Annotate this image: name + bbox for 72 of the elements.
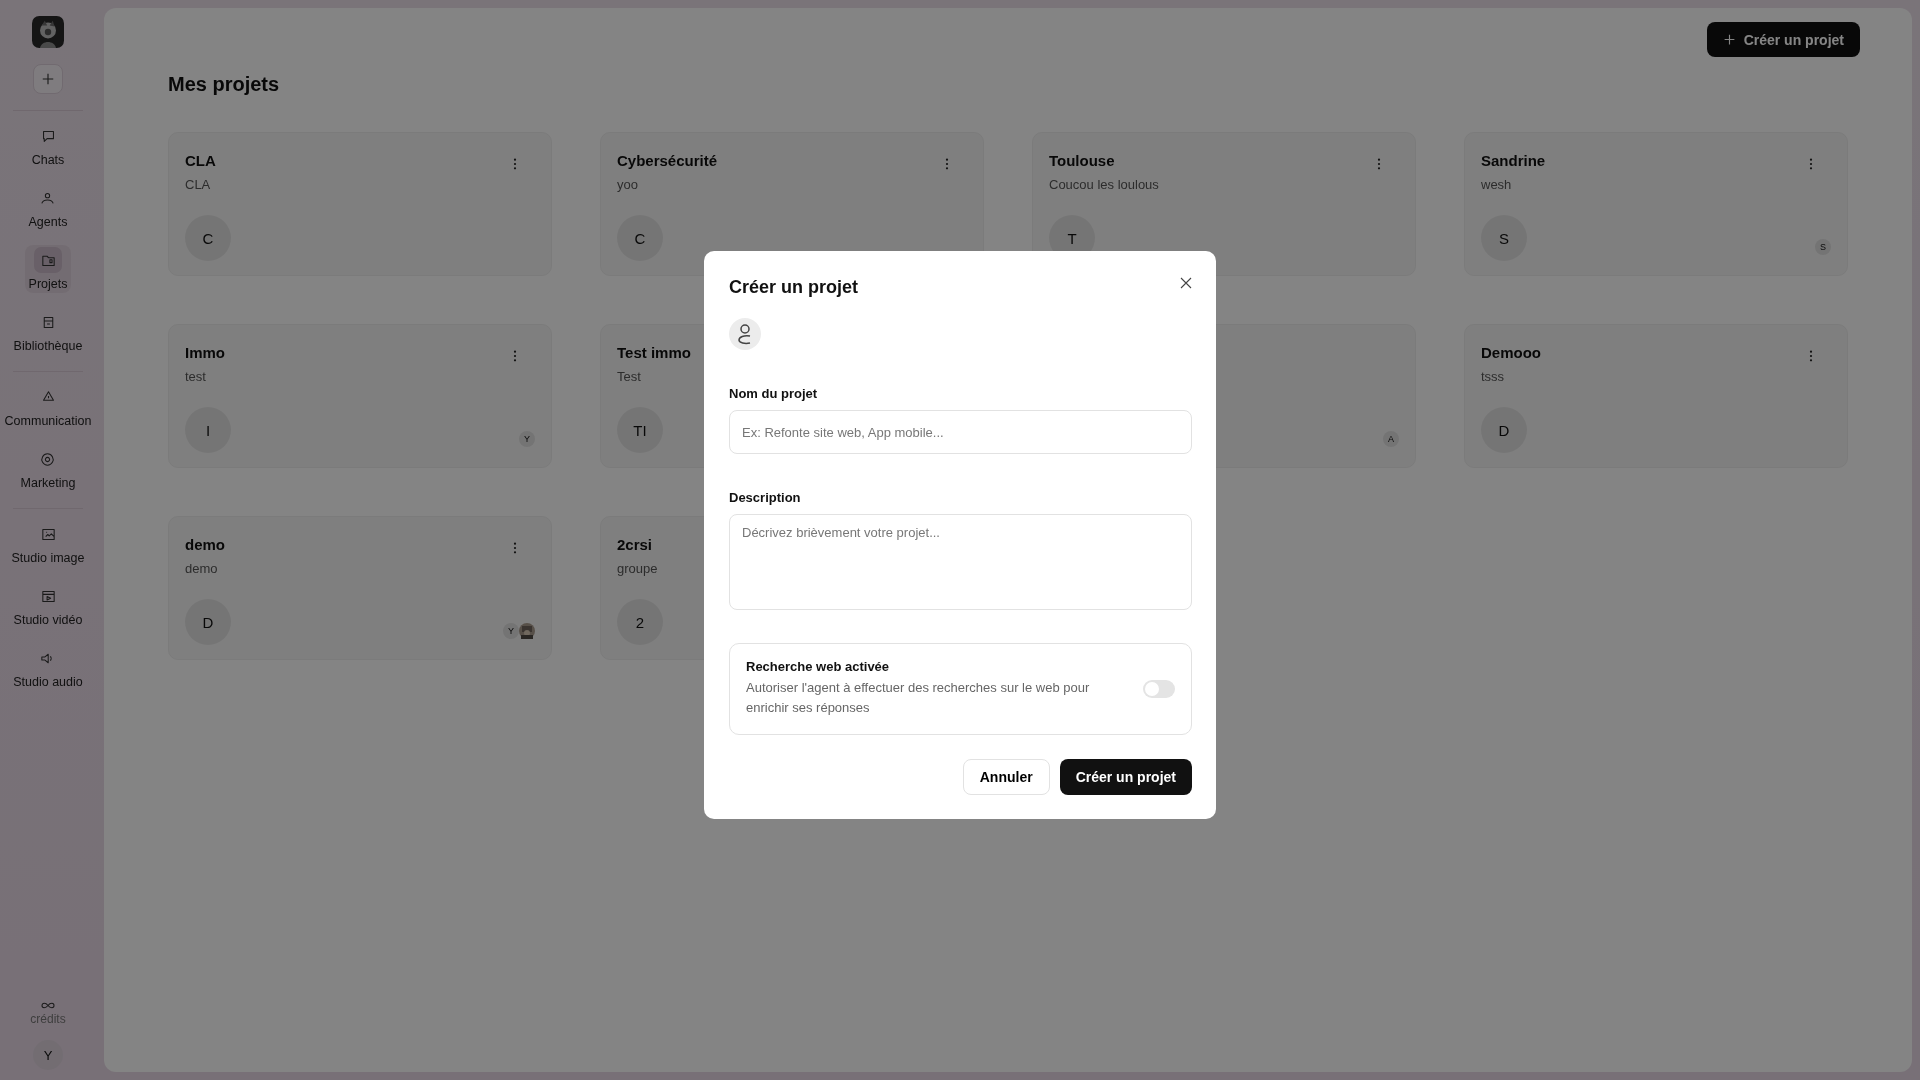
more-icon[interactable] bbox=[1809, 158, 1813, 170]
nav-item[interactable]: Studio image bbox=[7, 519, 89, 567]
project-avatar: TI bbox=[617, 407, 663, 453]
nav-item[interactable]: Studio vidéo bbox=[9, 581, 87, 629]
project-title: Cybersécurité bbox=[617, 151, 718, 169]
toggle-switch[interactable] bbox=[1143, 679, 1175, 698]
project-title: demo bbox=[185, 535, 225, 553]
page-title: Mes projets bbox=[168, 73, 281, 96]
project-card[interactable]: demo demo D Y bbox=[168, 516, 552, 660]
more-icon[interactable] bbox=[513, 542, 517, 554]
project-avatar: C bbox=[617, 215, 663, 261]
member-avatar: A bbox=[1383, 431, 1399, 447]
nav-item[interactable]: Chats bbox=[27, 121, 69, 169]
project-title: CLA bbox=[185, 151, 216, 169]
dialog-title: Créer un projet bbox=[729, 277, 859, 298]
project-title: Sandrine bbox=[1481, 151, 1546, 169]
project-title: Immo bbox=[185, 343, 225, 361]
nav-item[interactable]: Communication bbox=[0, 382, 96, 430]
credits-link[interactable]: crédits bbox=[30, 1001, 66, 1026]
member-avatar: Y bbox=[519, 431, 535, 447]
project-name-field[interactable]: Ex: Refonte site web, App mobile... bbox=[729, 410, 1192, 454]
field-label: Description bbox=[729, 490, 802, 505]
submit-button[interactable]: Créer un projet bbox=[1059, 759, 1192, 795]
project-description: yoo bbox=[617, 177, 639, 192]
project-description: Coucou les loulous bbox=[1049, 177, 1160, 192]
more-icon[interactable] bbox=[513, 350, 517, 362]
project-card[interactable]: Toulouse Coucou les loulous T bbox=[1032, 132, 1416, 276]
user-avatar[interactable]: Y bbox=[33, 1040, 63, 1070]
nav-item[interactable]: Agents bbox=[24, 183, 72, 231]
project-avatar: C bbox=[185, 215, 231, 261]
more-icon[interactable] bbox=[1377, 158, 1381, 170]
member-avatar: S bbox=[1815, 239, 1831, 255]
close-icon[interactable] bbox=[1180, 277, 1192, 289]
description-field[interactable]: Décrivez brièvement votre projet... bbox=[729, 514, 1192, 610]
nav-item[interactable]: Marketing bbox=[16, 444, 80, 492]
project-card[interactable]: Immo test I Y bbox=[168, 324, 552, 468]
project-description: wesh bbox=[1481, 177, 1513, 192]
nav-item[interactable]: Studio audio bbox=[9, 643, 87, 691]
project-card[interactable]: CLA CLA C bbox=[168, 132, 552, 276]
project-avatar: D bbox=[1481, 407, 1527, 453]
project-description: Test bbox=[617, 369, 642, 384]
setting-description: Autoriser l'agent à effectuer des recherches sur le web pour enrichir ses réponses bbox=[746, 679, 1091, 717]
plus-icon bbox=[41, 72, 55, 86]
project-title: Demooo bbox=[1481, 343, 1541, 361]
field-label: Nom du projet bbox=[729, 386, 819, 401]
infinity-icon bbox=[39, 1001, 57, 1010]
more-icon[interactable] bbox=[945, 158, 949, 170]
project-description: demo bbox=[185, 561, 219, 576]
project-description: tsss bbox=[1481, 369, 1506, 384]
plus-icon bbox=[1722, 33, 1736, 46]
project-card[interactable]: Sandrine wesh S S bbox=[1464, 132, 1848, 276]
member-avatar: Y bbox=[503, 623, 519, 639]
project-title: 2crsi bbox=[617, 535, 653, 553]
nav-item[interactable]: Bibliothèque bbox=[9, 307, 87, 355]
more-icon[interactable] bbox=[513, 158, 517, 170]
nav-icon bbox=[39, 450, 57, 468]
project-title: Test immo bbox=[617, 343, 691, 361]
setting-title: Recherche web activée bbox=[746, 659, 891, 674]
project-card[interactable]: Demooo tsss D bbox=[1464, 324, 1848, 468]
create-project-button[interactable]: Créer un projet bbox=[1706, 22, 1860, 57]
project-title: Toulouse bbox=[1049, 151, 1115, 169]
user-icon[interactable] bbox=[729, 318, 761, 350]
project-avatar: I bbox=[185, 407, 231, 453]
project-avatar: 2 bbox=[617, 599, 663, 645]
project-description: test bbox=[185, 369, 207, 384]
more-icon[interactable] bbox=[1809, 350, 1813, 362]
nav-item[interactable]: Projets bbox=[24, 245, 72, 293]
project-description: groupe bbox=[617, 561, 659, 576]
cancel-button[interactable]: Annuler bbox=[962, 759, 1050, 795]
project-avatar: D bbox=[185, 599, 231, 645]
project-description: CLA bbox=[185, 177, 212, 192]
project-avatar: S bbox=[1481, 215, 1527, 261]
